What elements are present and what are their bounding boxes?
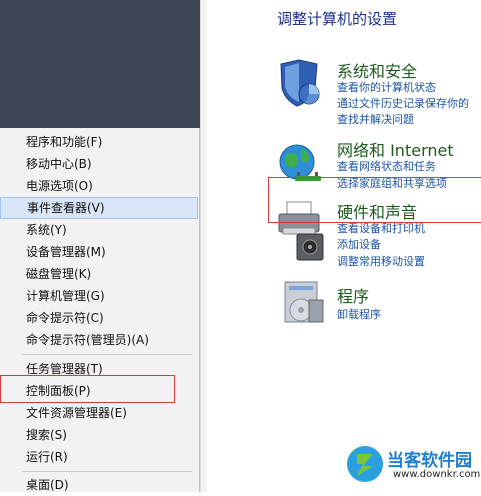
menu-separator <box>22 471 192 472</box>
menu-item-system[interactable]: 系统(Y) <box>0 219 198 241</box>
desktop-background <box>0 0 200 128</box>
control-panel-window: 调整计算机的设置 系统和安全 查看你的计算机状态 通过文件历史记录保存你的 查找… <box>207 0 481 492</box>
menu-separator <box>22 354 192 355</box>
watermark: 当客软件园 www.downkr.com <box>341 442 481 490</box>
menu-item-run[interactable]: 运行(R) <box>0 446 198 468</box>
menu-item-computer-management[interactable]: 计算机管理(G) <box>0 285 198 307</box>
menu-item-search[interactable]: 搜索(S) <box>0 424 198 446</box>
link-view-computer-status[interactable]: 查看你的计算机状态 <box>337 79 436 95</box>
annotation-box-hardware-sound <box>268 177 481 223</box>
menu-item-disk-management[interactable]: 磁盘管理(K) <box>0 263 198 285</box>
menu-item-mobility-center[interactable]: 移动中心(B) <box>0 153 198 175</box>
menu-item-desktop[interactable]: 桌面(D) <box>0 474 198 496</box>
category-programs[interactable]: 程序 <box>337 283 369 307</box>
menu-item-power-options[interactable]: 电源选项(O) <box>0 175 198 197</box>
link-network-status[interactable]: 查看网络状态和任务 <box>337 158 436 174</box>
menu-item-programs-features[interactable]: 程序和功能(F) <box>0 131 198 153</box>
menu-item-command-prompt-admin[interactable]: 命令提示符(管理员)(A) <box>0 329 198 351</box>
page-title: 调整计算机的设置 <box>277 10 398 28</box>
link-uninstall-program[interactable]: 卸载程序 <box>337 306 381 322</box>
watermark-url: www.downkr.com <box>393 469 481 480</box>
link-troubleshoot[interactable]: 查找并解决问题 <box>337 111 414 127</box>
logo-icon <box>347 446 383 482</box>
watermark-name: 当客软件园 <box>387 451 472 471</box>
winx-context-menu: 程序和功能(F) 移动中心(B) 电源选项(O) 事件查看器(V) 系统(Y) … <box>0 128 200 492</box>
menu-item-file-explorer[interactable]: 文件资源管理器(E) <box>0 402 198 424</box>
link-add-device[interactable]: 添加设备 <box>337 236 381 252</box>
menu-item-command-prompt[interactable]: 命令提示符(C) <box>0 307 198 329</box>
menu-item-event-viewer[interactable]: 事件查看器(V) <box>0 197 198 219</box>
link-mobility-settings[interactable]: 调整常用移动设置 <box>337 253 425 269</box>
programs-icon[interactable] <box>279 278 329 328</box>
annotation-box-control-panel <box>0 375 175 403</box>
menu-item-device-manager[interactable]: 设备管理器(M) <box>0 241 198 263</box>
shield-icon[interactable] <box>275 58 325 108</box>
link-file-history[interactable]: 通过文件历史记录保存你的 <box>337 95 469 111</box>
